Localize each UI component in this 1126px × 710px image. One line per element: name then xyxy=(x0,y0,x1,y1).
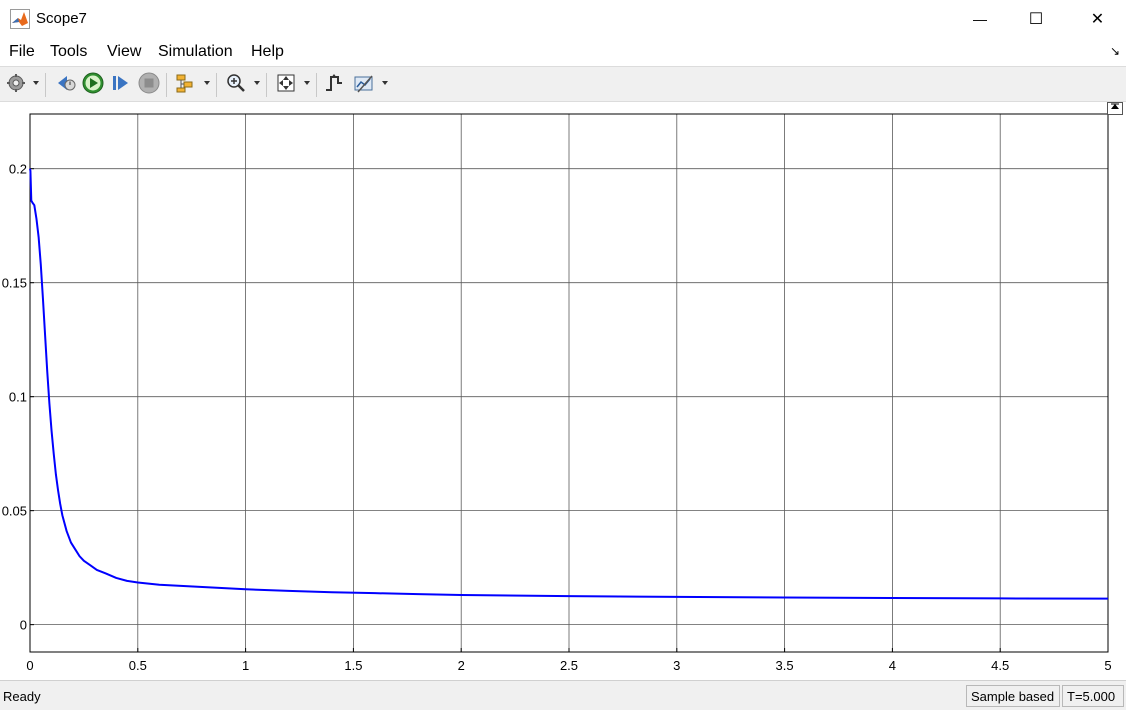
autoscale-dropdown-icon[interactable] xyxy=(304,81,310,85)
maximize-icon: ☐ xyxy=(1028,11,1044,28)
stop-button[interactable] xyxy=(137,72,161,99)
measurements-button[interactable] xyxy=(351,73,377,97)
menu-simulation[interactable]: Simulation xyxy=(158,43,233,61)
y-tick-label: 0.1 xyxy=(9,390,27,405)
x-tick-label: 2 xyxy=(458,658,465,673)
step-forward-button[interactable] xyxy=(109,73,133,97)
stop-icon xyxy=(138,72,160,99)
toolbar-separator xyxy=(266,73,267,97)
step-back-button[interactable] xyxy=(54,73,78,97)
menu-help[interactable]: Help xyxy=(251,43,284,61)
matlab-logo-icon xyxy=(10,9,30,29)
zoom-button[interactable] xyxy=(224,73,248,97)
x-tick-label: 1.5 xyxy=(344,658,362,673)
menu-bar: File Tools View Simulation Help ↘ xyxy=(0,38,1126,66)
simulation-time-indicator: T=5.000 xyxy=(1062,685,1124,707)
x-tick-label: 4.5 xyxy=(991,658,1009,673)
undock-legend-button[interactable] xyxy=(1107,102,1123,115)
toolbar-separator xyxy=(166,73,167,97)
y-tick-label: 0.15 xyxy=(2,276,27,291)
sample-mode-indicator: Sample based xyxy=(966,685,1060,707)
run-button[interactable] xyxy=(81,72,105,99)
title-bar: Scope7 — ☐ ✕ xyxy=(0,0,1126,38)
x-tick-label: 0 xyxy=(26,658,33,673)
step-forward-icon xyxy=(110,73,132,98)
y-tick-label: 0 xyxy=(20,618,27,633)
toolbar-separator xyxy=(45,73,46,97)
x-tick-label: 5 xyxy=(1104,658,1111,673)
close-button[interactable]: ✕ xyxy=(1069,0,1126,38)
x-tick-label: 3.5 xyxy=(776,658,794,673)
maximize-button[interactable]: ☐ xyxy=(1013,0,1059,38)
x-tick-label: 4 xyxy=(889,658,896,673)
minimize-icon: — xyxy=(973,11,987,27)
minimize-button[interactable]: — xyxy=(957,0,1003,38)
x-tick-label: 3 xyxy=(673,658,680,673)
zoom-icon xyxy=(225,72,247,99)
toolbar xyxy=(0,66,1126,102)
menu-tools[interactable]: Tools xyxy=(50,43,87,61)
signal-selector-icon xyxy=(175,72,197,99)
toolbar-separator xyxy=(316,73,317,97)
signal-selector-dropdown-icon[interactable] xyxy=(204,81,210,85)
x-tick-label: 2.5 xyxy=(560,658,578,673)
status-bar: Ready Sample based T=5.000 xyxy=(0,680,1126,710)
triggers-button[interactable] xyxy=(322,73,346,97)
autoscale-icon xyxy=(275,72,297,99)
run-icon xyxy=(82,72,104,99)
y-tick-label: 0.2 xyxy=(9,162,27,177)
settings-dropdown-icon[interactable] xyxy=(33,81,39,85)
settings-button[interactable] xyxy=(5,73,27,97)
close-icon: ✕ xyxy=(1090,11,1105,28)
triggers-icon xyxy=(323,72,345,99)
signal-selector-button[interactable] xyxy=(173,73,199,97)
window-title: Scope7 xyxy=(36,10,87,27)
undock-icon xyxy=(1109,103,1121,114)
menu-view[interactable]: View xyxy=(107,43,141,61)
scope-plot[interactable]: 0 0.5 1 1.5 2 2.5 3 3.5 4 4.5 5 0 0.05 0.1 0.15 0.2 xyxy=(0,102,1126,678)
x-tick-label: 0.5 xyxy=(129,658,147,673)
settings-icon xyxy=(6,73,26,98)
y-tick-label: 0.05 xyxy=(2,504,27,519)
step-back-icon xyxy=(55,73,77,98)
x-tick-label: 1 xyxy=(242,658,249,673)
measurements-dropdown-icon[interactable] xyxy=(382,81,388,85)
undock-arrow-icon[interactable]: ↘ xyxy=(1110,44,1120,58)
autoscale-button[interactable] xyxy=(274,73,298,97)
status-ready-text: Ready xyxy=(3,689,41,704)
toolbar-separator xyxy=(216,73,217,97)
zoom-dropdown-icon[interactable] xyxy=(254,81,260,85)
measurements-icon xyxy=(353,72,375,99)
menu-file[interactable]: File xyxy=(9,43,35,61)
